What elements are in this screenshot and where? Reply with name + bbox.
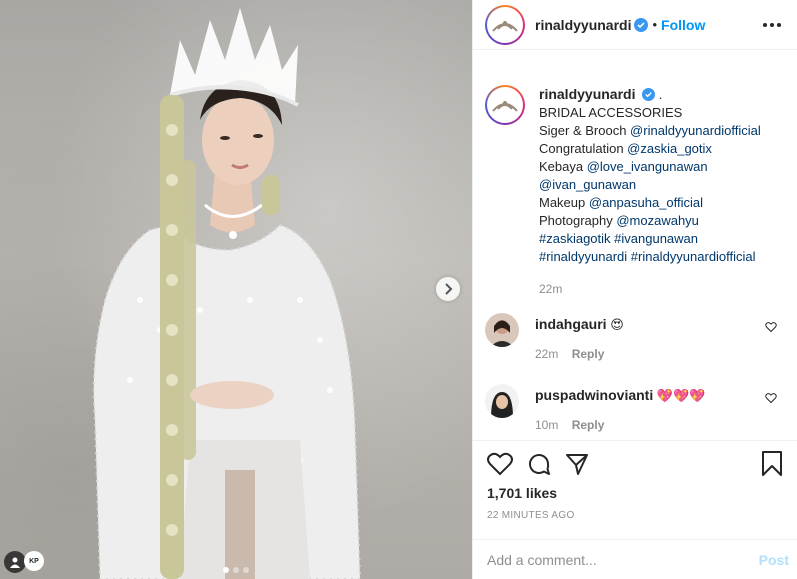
comment-button[interactable]: [527, 452, 551, 476]
heart-icon: [765, 322, 777, 333]
heart-icon: [487, 452, 513, 476]
comment-time: 10m: [535, 418, 559, 432]
caption-line: @ivan_gunawan: [539, 176, 761, 194]
chevron-right-icon: [445, 283, 453, 295]
reply-button[interactable]: Reply: [572, 418, 605, 432]
carousel-dot: [233, 567, 239, 573]
mention-link[interactable]: @love_ivangunawan: [587, 159, 708, 174]
comment-like-button[interactable]: [765, 392, 777, 407]
author-username[interactable]: rinaldyyunardi: [535, 17, 631, 33]
hashtag-link[interactable]: #rinaldyyunardi #rinaldyyunardiofficial: [539, 249, 756, 264]
comment-time: 22m: [535, 347, 559, 361]
separator: •: [652, 17, 658, 32]
carousel-dot: [223, 567, 229, 573]
comment-username[interactable]: indahgauri: [535, 316, 607, 332]
mention-link[interactable]: @mozawahyu: [616, 213, 699, 228]
commenter-avatar[interactable]: [485, 313, 519, 347]
paper-plane-icon: [566, 454, 588, 475]
caption-line: Photography @mozawahyu: [539, 213, 699, 228]
post-comment-button[interactable]: Post: [759, 552, 789, 568]
caption-line: #zaskiagotik #ivangunawan: [539, 230, 761, 248]
next-photo-button[interactable]: [436, 277, 460, 301]
caption-line: Makeup @anpasuha_official: [539, 195, 704, 210]
post-actions: 1,701 likes 22 MINUTES AGO: [473, 440, 797, 521]
carousel-indicator: [0, 567, 472, 573]
post-photo[interactable]: KP: [0, 0, 472, 579]
comment-item: indahgauri 😍 22m Reply: [485, 313, 781, 361]
heart-icon: [765, 393, 777, 404]
crown-logo-icon: [492, 20, 518, 32]
crown-logo-icon: [492, 101, 518, 112]
comment-like-button[interactable]: [765, 321, 777, 336]
comment-meta: 22m Reply: [535, 347, 624, 361]
add-comment-bar: Post: [473, 539, 797, 579]
hashtag-link[interactable]: #zaskiagotik #ivangunawan: [539, 231, 698, 246]
post-caption: rinaldyyunardi . BRIDAL ACCESSORIES Sige…: [473, 50, 797, 298]
verified-badge-icon: [634, 17, 649, 32]
likes-count[interactable]: 1,701 likes: [487, 485, 783, 501]
mention-link[interactable]: @rinaldyyunardiofficial: [630, 123, 761, 138]
caption-suffix: .: [658, 87, 663, 102]
post-timestamp: 22 MINUTES AGO: [487, 510, 575, 521]
comment-meta: 10m Reply: [535, 418, 705, 432]
caption-line: #rinaldyyunardi #rinaldyyunardiofficial: [539, 248, 761, 266]
mention-link[interactable]: @ivan_gunawan: [539, 177, 636, 192]
verified-badge-icon: [642, 88, 656, 101]
caption-avatar[interactable]: [485, 85, 525, 125]
caption-text: rinaldyyunardi . BRIDAL ACCESSORIES Sige…: [539, 85, 761, 298]
comment-username[interactable]: puspadwinovianti: [535, 387, 653, 403]
post-sidebar: rinaldyyunardi • Follow rinaldyyunardi .…: [472, 0, 797, 579]
comment-input[interactable]: [487, 551, 759, 568]
mention-link[interactable]: @anpasuha_official: [589, 195, 703, 210]
comment-text: 💖💖💖: [656, 388, 706, 403]
more-options-icon: [763, 22, 767, 27]
bride-illustration: [92, 8, 362, 579]
caption-line: BRIDAL ACCESSORIES: [539, 105, 683, 120]
comment-bubble-icon: [529, 454, 550, 475]
share-button[interactable]: [565, 452, 589, 476]
save-button[interactable]: [761, 451, 783, 477]
mention-link[interactable]: @zaskia_gotix: [627, 141, 712, 156]
post-header: rinaldyyunardi • Follow: [473, 0, 797, 50]
author-avatar[interactable]: [485, 4, 525, 45]
caption-time: 22m: [539, 282, 563, 296]
caption-line: Kebaya @love_ivangunawan: [539, 159, 708, 174]
comment-text: 😍: [610, 317, 624, 332]
comment-item: puspadwinovianti 💖💖💖 10m Reply: [485, 384, 781, 432]
commenter-avatar[interactable]: [485, 384, 519, 418]
caption-username[interactable]: rinaldyyunardi: [539, 86, 635, 102]
more-options-button[interactable]: [763, 22, 781, 27]
follow-button[interactable]: Follow: [661, 17, 705, 33]
like-button[interactable]: [487, 452, 513, 476]
caption-line: Siger & Brooch @rinaldyyunardiofficial: [539, 123, 761, 138]
reply-button[interactable]: Reply: [572, 347, 605, 361]
carousel-dot: [243, 567, 249, 573]
bookmark-icon: [762, 451, 782, 476]
caption-line: Congratulation @zaskia_gotix: [539, 141, 712, 156]
